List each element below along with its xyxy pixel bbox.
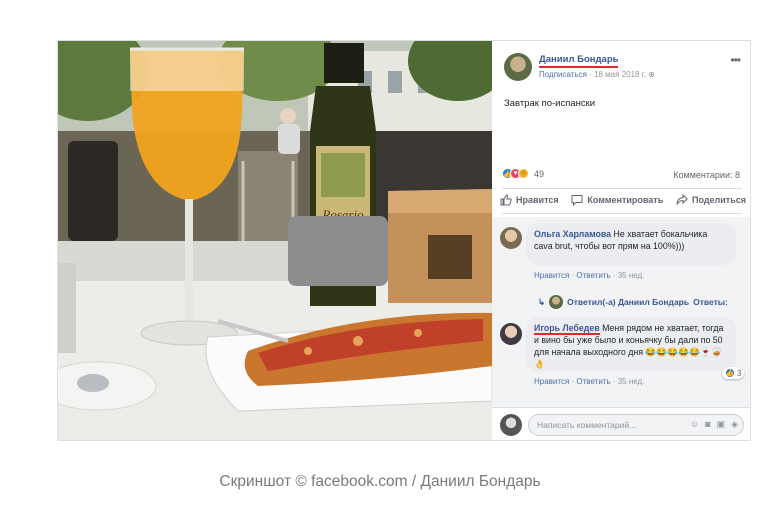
comment-like-link[interactable]: Нравится — [534, 377, 569, 386]
sticker-icon[interactable]: ◈ — [731, 419, 738, 430]
composer-icons: ☺ ◙ ▣ ◈ — [690, 419, 738, 430]
post-meta: Подписаться · 18 мая 2018 г. ⊕ — [539, 70, 655, 79]
comment-icon — [571, 195, 583, 206]
comments-list: Ольга Харламова Не хватает бокальчика ca… — [492, 217, 750, 407]
replies-link[interactable]: ↳ Ответил(-а) Даниил Бондарь Ответы: — [538, 295, 728, 309]
share-label: Поделиться — [691, 195, 746, 205]
camera-icon[interactable]: ◙ — [705, 419, 710, 430]
comment-likes-badge[interactable]: 👍 3 — [722, 367, 745, 379]
reactions-count: 49 — [534, 168, 545, 179]
post-text: Завтрак по-испански — [504, 98, 596, 109]
comments-count[interactable]: Комментарии: 8 — [673, 170, 740, 180]
comment-label: Комментировать — [587, 195, 664, 205]
divider — [502, 213, 742, 214]
haha-reaction-icon: ☺ — [518, 168, 529, 179]
divider — [502, 188, 742, 189]
comment-time[interactable]: 35 нед. — [618, 377, 645, 386]
like-reaction-icon: 👍 — [725, 368, 735, 378]
commenter-name[interactable]: Игорь Лебедев — [534, 323, 600, 335]
comment-meta: Нравится · Ответить · 35 нед. — [534, 271, 645, 280]
comment-time[interactable]: 35 нед. — [618, 271, 645, 280]
globe-icon: ⊕ — [648, 70, 655, 79]
comment-reply-link[interactable]: Ответить — [576, 377, 610, 386]
post-date[interactable]: 18 мая 2018 г. — [594, 70, 646, 79]
facebook-post-screenshot: Rosario Даниил Бондарь Подписаться · 18 … — [57, 40, 751, 441]
comment-composer: ☺ ◙ ▣ ◈ — [492, 407, 750, 440]
comment-button[interactable]: Комментировать — [571, 194, 663, 206]
comment-meta: Нравится · Ответить · 35 нед. — [534, 377, 645, 386]
share-button[interactable]: Поделиться — [676, 194, 746, 206]
share-icon — [676, 194, 688, 205]
reply-suffix: Ответы: — [693, 297, 728, 307]
comment-bubble: Игорь Лебедев Меня рядом не хватает, тог… — [526, 317, 736, 371]
emoji-icon[interactable]: ☺ — [690, 419, 699, 430]
breakfast-photo: Rosario — [58, 41, 492, 440]
thumbs-up-icon — [500, 194, 512, 206]
gif-icon[interactable]: ▣ — [717, 419, 726, 430]
follow-link[interactable]: Подписаться — [539, 70, 587, 79]
post-photo[interactable]: Rosario — [58, 41, 492, 440]
reply-arrow-icon: ↳ — [538, 296, 546, 307]
author-avatar[interactable] — [504, 53, 532, 81]
facebook-panel: Даниил Бондарь Подписаться · 18 мая 2018… — [492, 41, 750, 440]
comment-reply-link[interactable]: Ответить — [576, 271, 610, 280]
image-caption: Скриншот © facebook.com / Даниил Бондарь — [219, 473, 541, 490]
like-button[interactable]: Нравится — [500, 194, 559, 206]
commenter-name[interactable]: Ольга Харламова — [534, 229, 611, 239]
commenter-avatar[interactable] — [500, 227, 522, 249]
commenter-avatar[interactable] — [500, 323, 522, 345]
reactions-summary[interactable]: 👍 ♥ ☺ 49 — [502, 168, 544, 179]
like-label: Нравится — [516, 195, 559, 205]
comment-bubble: Ольга Харламова Не хватает бокальчика ca… — [526, 223, 736, 265]
author-name[interactable]: Даниил Бондарь — [539, 54, 619, 68]
reply-author-avatar — [549, 295, 564, 309]
reply-prefix: Ответил(-а) Даниил Бондарь — [567, 297, 690, 307]
comment-likes-count: 3 — [737, 368, 742, 378]
comment-like-link[interactable]: Нравится — [534, 271, 569, 280]
more-options-icon[interactable]: ••• — [730, 53, 741, 67]
current-user-avatar — [500, 414, 522, 436]
post-actions: Нравится Комментировать Поделиться — [500, 194, 746, 206]
